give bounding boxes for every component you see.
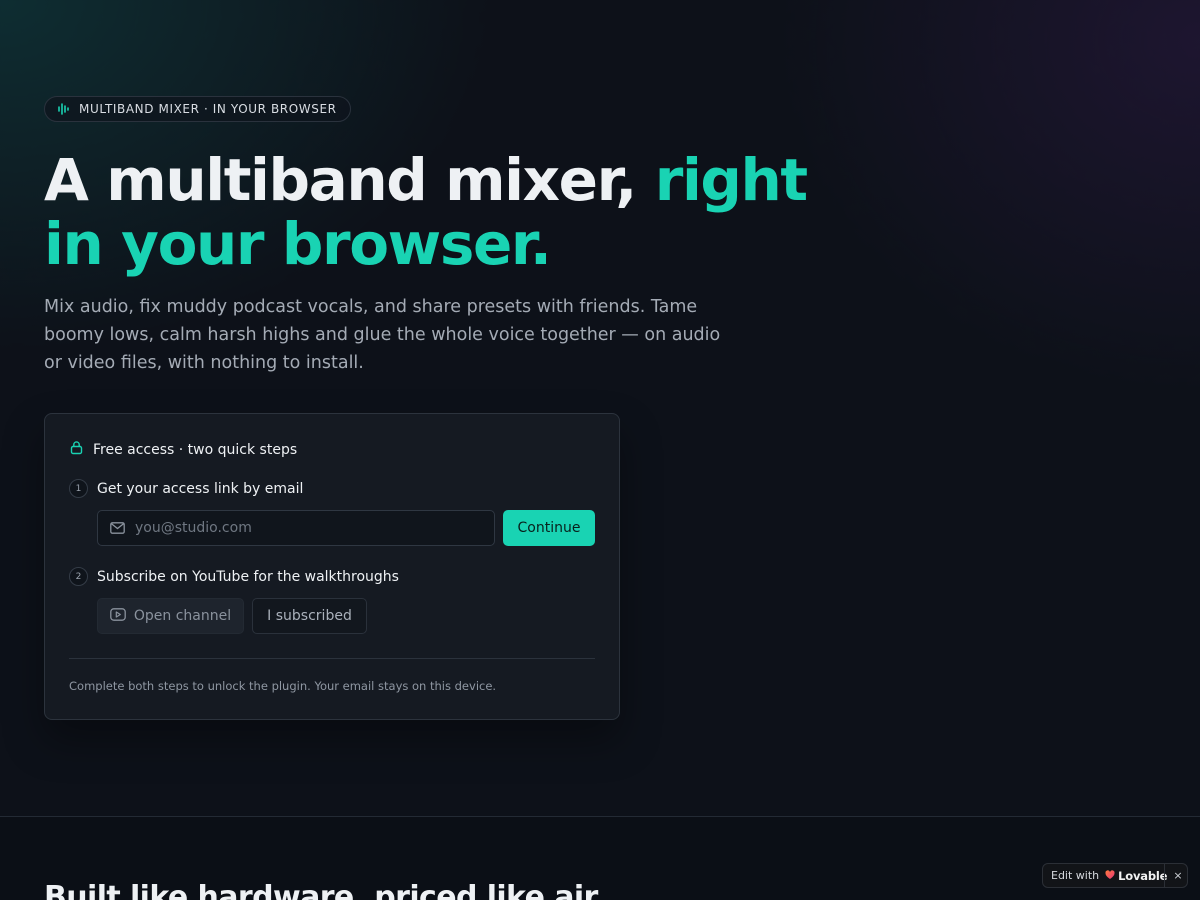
access-card-header: Free access · two quick steps: [69, 440, 297, 459]
continue-button[interactable]: Continue: [503, 510, 595, 546]
hero-description: Mix audio, fix muddy podcast vocals, and…: [44, 297, 721, 373]
badge-brand: Lovable: [1105, 869, 1167, 883]
open-channel-label: Open channel: [133, 608, 232, 624]
badge-separator: [1164, 864, 1165, 887]
step-2-title: Subscribe on YouTube for the walkthrough…: [97, 568, 399, 585]
access-card-title: Free access · two quick steps: [93, 441, 298, 458]
eyebrow-pill: MULTIBAND MIXER · IN YOUR BROWSER: [44, 96, 351, 122]
badge-brand-name: Lovable: [1118, 868, 1168, 883]
step-1-number: 1: [69, 479, 88, 498]
step-2-header: 2 Subscribe on YouTube for the walkthrou…: [69, 567, 399, 586]
badge-label: Edit with: [1051, 869, 1100, 882]
headline-plain: A multiband mixer,: [44, 146, 655, 214]
close-icon[interactable]: ×: [1171, 867, 1185, 884]
edit-with-lovable-badge[interactable]: Edit with Lovable ×: [1042, 863, 1188, 888]
mail-icon: [110, 519, 125, 538]
card-divider: [69, 658, 595, 659]
youtube-play-icon: [110, 607, 126, 625]
step-2-number: 2: [69, 567, 88, 586]
access-card: Free access · two quick steps 1 Get your…: [44, 413, 620, 720]
step-1-header: 1 Get your access link by email: [69, 479, 303, 498]
card-footnote: Complete both steps to unlock the plugin…: [69, 679, 497, 693]
step-1-title: Get your access link by email: [97, 480, 304, 497]
hero-section: MULTIBAND MIXER · IN YOUR BROWSER A mult…: [44, 0, 1144, 816]
lovable-heart-icon: [1105, 869, 1115, 883]
lock-icon: [69, 440, 84, 459]
features-heading: Built like hardware, priced like air.: [44, 880, 605, 900]
open-channel-button[interactable]: Open channel: [97, 598, 244, 634]
waveform-icon: [57, 102, 71, 116]
email-input[interactable]: [135, 520, 475, 536]
eyebrow-text: MULTIBAND MIXER · IN YOUR BROWSER: [79, 102, 337, 116]
email-field[interactable]: [97, 510, 495, 546]
i-subscribed-button[interactable]: I subscribed: [252, 598, 367, 634]
page-title: A multiband mixer, right in your browser…: [44, 148, 844, 276]
